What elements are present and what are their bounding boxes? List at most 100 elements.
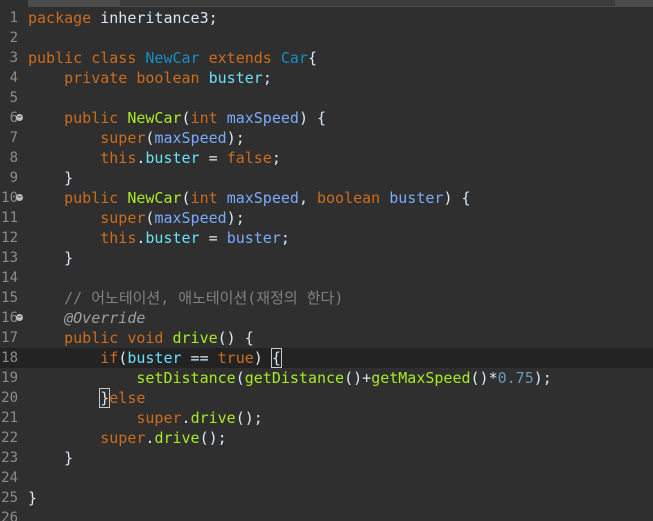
code-text[interactable]: if(buster == true) { <box>28 348 282 368</box>
code-text[interactable]: public class NewCar extends Car{ <box>28 48 317 68</box>
editor-tab[interactable] <box>615 0 653 6</box>
keyword: public <box>64 329 119 347</box>
code-line[interactable]: 6− public NewCar(int maxSpeed) { <box>0 108 653 128</box>
fold-toggle-icon[interactable]: − <box>16 194 23 201</box>
code-line[interactable]: 20 }else <box>0 388 653 408</box>
code-text[interactable]: package inheritance3; <box>28 8 218 28</box>
code-text[interactable]: }else <box>28 388 145 408</box>
code-text[interactable]: public NewCar(int maxSpeed, boolean bust… <box>28 188 470 208</box>
fold-toggle-icon[interactable]: − <box>16 114 23 121</box>
method-name: setDistance <box>136 369 236 387</box>
code-token: == <box>181 349 218 367</box>
code-text[interactable]: this.buster = buster; <box>28 228 290 248</box>
code-token: ; <box>271 149 281 167</box>
line-number: 7 <box>9 130 18 146</box>
code-token: ( <box>181 109 191 127</box>
keyword: package <box>28 9 92 27</box>
field-name: buster <box>145 229 200 247</box>
code-text[interactable]: super.drive(); <box>28 408 262 428</box>
keyword: public <box>64 109 119 127</box>
code-line-current[interactable]: 18 if(buster == true) { <box>0 348 653 368</box>
fold-toggle-icon[interactable]: − <box>16 314 23 321</box>
code-text[interactable]: super(maxSpeed); <box>28 128 245 148</box>
keyword: boolean <box>317 189 381 207</box>
code-line[interactable]: 4 private boolean buster; <box>0 68 653 88</box>
code-line[interactable]: 2 <box>0 28 653 48</box>
code-text[interactable]: // 어노테이션, 애노테이션(재정의 한다) <box>28 288 343 308</box>
code-line[interactable]: 1 package inheritance3; <box>0 8 653 28</box>
code-line[interactable]: 5 <box>0 88 653 108</box>
code-token: } <box>28 169 74 187</box>
keyword: super <box>136 409 182 427</box>
code-line[interactable]: 16− @Override <box>0 308 653 328</box>
code-line[interactable]: 13 } <box>0 248 653 268</box>
code-text[interactable]: super.drive(); <box>28 428 226 448</box>
class-name: Car <box>280 49 308 67</box>
code-token: inheritance3; <box>91 9 218 27</box>
line-number: 1 <box>9 10 18 26</box>
code-text[interactable]: private boolean buster; <box>28 68 272 88</box>
code-line[interactable]: 7 super(maxSpeed); <box>0 128 653 148</box>
code-text[interactable]: } <box>28 248 73 268</box>
keyword: false <box>226 149 272 167</box>
code-text[interactable]: } <box>28 488 37 508</box>
code-line[interactable]: 3 public class NewCar extends Car{ <box>0 48 653 68</box>
parameter-name: maxSpeed <box>154 209 227 227</box>
keyword: else <box>109 389 146 407</box>
code-line[interactable]: 19 setDistance(getDistance()+getMaxSpeed… <box>0 368 653 388</box>
code-line[interactable]: 11 super(maxSpeed); <box>0 208 653 228</box>
code-line[interactable]: 21 super.drive(); <box>0 408 653 428</box>
keyword: super <box>100 129 146 147</box>
code-token: ); <box>226 209 245 227</box>
line-number: 21 <box>1 410 18 426</box>
annotation: @Override <box>64 309 146 327</box>
code-text[interactable]: } <box>28 448 73 468</box>
code-line[interactable]: 12 this.buster = buster; <box>0 228 653 248</box>
parameter-name: maxSpeed <box>154 129 227 147</box>
parameter-name: maxSpeed <box>226 109 299 127</box>
code-token: ) { <box>298 109 327 127</box>
line-number: 5 <box>9 90 18 106</box>
code-text[interactable]: this.buster = false; <box>28 148 281 168</box>
matched-bracket: } <box>99 388 111 408</box>
code-line[interactable]: 25} <box>0 488 653 508</box>
code-token: ); <box>226 129 245 147</box>
keyword: public <box>28 49 83 67</box>
code-line[interactable]: 9 } <box>0 168 653 188</box>
line-number: 8 <box>9 150 18 166</box>
code-text[interactable]: } <box>28 168 73 188</box>
code-text[interactable]: public void drive() { <box>28 328 254 348</box>
code-line[interactable]: 22 super.drive(); <box>0 428 653 448</box>
code-line[interactable]: 15 // 어노테이션, 애노테이션(재정의 한다) <box>0 288 653 308</box>
code-line[interactable]: 24 <box>0 468 653 488</box>
code-editor[interactable]: 1 package inheritance3; 2 3 public class New… <box>0 0 653 521</box>
code-line[interactable]: 8 this.buster = false; <box>0 148 653 168</box>
code-text[interactable]: public NewCar(int maxSpeed) { <box>28 108 326 128</box>
line-number: 23 <box>1 450 18 466</box>
keyword: this <box>100 149 137 167</box>
line-number: 14 <box>1 270 18 286</box>
code-token: = <box>199 149 227 167</box>
code-token: } <box>28 249 74 267</box>
editor-tab-strip <box>0 0 653 7</box>
code-text[interactable]: @Override <box>28 308 145 328</box>
code-text[interactable]: super(maxSpeed); <box>28 208 245 228</box>
code-line[interactable]: 17 public void drive() { <box>0 328 653 348</box>
code-text[interactable]: setDistance(getDistance()+getMaxSpeed()*… <box>28 368 551 388</box>
keyword: super <box>100 429 146 447</box>
code-token: } <box>28 489 38 507</box>
code-line[interactable]: 14 <box>0 268 653 288</box>
code-line[interactable]: 26 <box>0 508 653 521</box>
code-line[interactable]: 10− public NewCar(int maxSpeed, boolean … <box>0 188 653 208</box>
code-line[interactable]: 23 } <box>0 448 653 468</box>
